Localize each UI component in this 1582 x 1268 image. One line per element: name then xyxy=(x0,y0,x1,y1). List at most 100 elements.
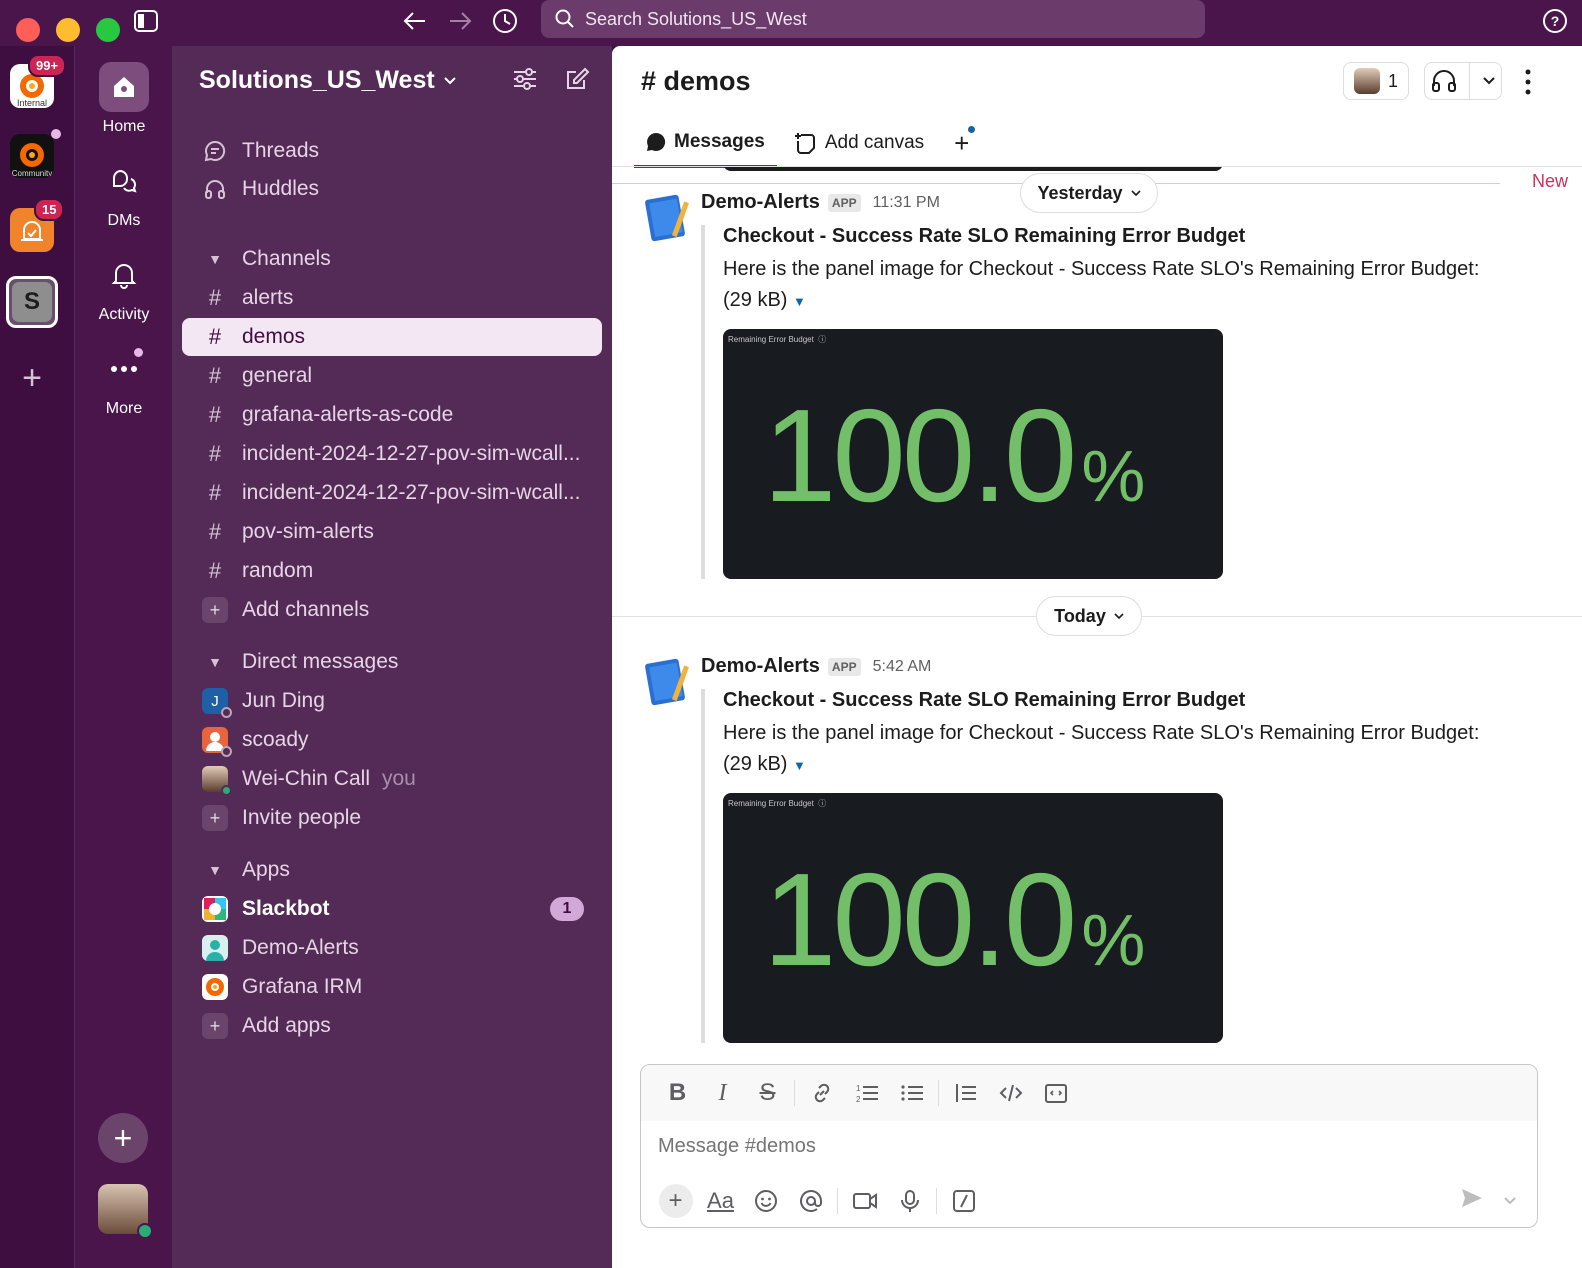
tab-messages[interactable]: Messages xyxy=(634,118,777,168)
dm-wei-chin-call[interactable]: Wei-Chin Call you xyxy=(182,760,602,798)
sidebar-channel-incident-2[interactable]: # incident-2024-12-27-pov-sim-wcall... xyxy=(182,474,602,512)
sidebar-channel-random[interactable]: # random xyxy=(182,552,602,590)
file-size-toggle[interactable]: (29 kB) ▼ xyxy=(723,749,1561,781)
tab-add-canvas[interactable]: Add canvas xyxy=(783,118,936,168)
nav-home[interactable]: Home xyxy=(75,62,173,136)
invite-people-button[interactable]: + Invite people xyxy=(182,799,602,837)
zoom-window-button[interactable] xyxy=(96,18,120,42)
send-icon[interactable] xyxy=(1459,1185,1485,1216)
sidebar-toggle-icon[interactable] xyxy=(131,6,161,36)
help-icon[interactable]: ? xyxy=(1540,6,1570,36)
avatar: J xyxy=(202,688,232,718)
grafana-logo-icon xyxy=(202,974,228,1000)
app-slackbot[interactable]: Slackbot 1 xyxy=(182,890,602,928)
add-tab-button[interactable]: + xyxy=(942,118,981,168)
message-bubble-icon xyxy=(647,132,666,151)
schedule-send-chevron-icon[interactable] xyxy=(1503,1193,1517,1211)
bold-icon[interactable]: B xyxy=(655,1075,700,1111)
divider xyxy=(794,1080,795,1106)
italic-icon[interactable]: I xyxy=(700,1075,745,1111)
sidebar-item-huddles[interactable]: Huddles xyxy=(182,170,602,208)
svg-text:2: 2 xyxy=(856,1095,861,1104)
dm-jun-ding[interactable]: J Jun Ding xyxy=(182,682,602,720)
emoji-icon[interactable] xyxy=(743,1183,788,1219)
ordered-list-icon[interactable]: 12 xyxy=(844,1075,889,1111)
file-size-toggle[interactable]: (29 kB) ▼ xyxy=(723,285,1561,317)
link-icon[interactable] xyxy=(799,1075,844,1111)
app-demo-alerts[interactable]: Demo-Alerts xyxy=(182,929,602,967)
forward-arrow-icon[interactable] xyxy=(445,6,475,36)
dm-scoady[interactable]: scoady xyxy=(182,721,602,759)
app-tag: APP xyxy=(827,657,861,676)
sidebar-channel-grafana-alerts-as-code[interactable]: # grafana-alerts-as-code xyxy=(182,396,602,434)
sidebar-channel-general[interactable]: # general xyxy=(182,357,602,395)
headphones-icon xyxy=(1431,70,1456,92)
attachment-title: Checkout - Success Rate SLO Remaining Er… xyxy=(723,225,1246,247)
message-list[interactable]: New Yesterday Demo-Alerts APP 11:31 PM C… xyxy=(612,167,1582,1062)
message-header: Demo-Alerts APP 5:42 AM xyxy=(701,655,931,678)
dm-label: scoady xyxy=(242,728,309,751)
panel-unit: % xyxy=(1081,437,1146,517)
mention-icon[interactable] xyxy=(788,1183,833,1219)
sidebar-channel-incident-1[interactable]: # incident-2024-12-27-pov-sim-wcall... xyxy=(182,435,602,473)
bulleted-list-icon[interactable] xyxy=(889,1075,934,1111)
video-icon[interactable] xyxy=(842,1183,887,1219)
sender-name[interactable]: Demo-Alerts xyxy=(701,191,820,214)
compose-icon[interactable] xyxy=(564,66,590,97)
dm-label: Wei-Chin Call xyxy=(242,767,370,790)
channels-section-toggle[interactable]: ▼ Channels xyxy=(182,240,602,278)
dms-section-toggle[interactable]: ▼ Direct messages xyxy=(182,643,602,681)
channel-menu-kebab-icon[interactable] xyxy=(1522,68,1534,101)
strikethrough-icon[interactable]: S xyxy=(745,1075,790,1111)
back-arrow-icon[interactable] xyxy=(400,6,430,36)
apps-section-toggle[interactable]: ▼ Apps xyxy=(182,851,602,889)
search-bar[interactable]: Search Solutions_US_West xyxy=(541,0,1205,38)
history-clock-icon[interactable] xyxy=(490,6,520,36)
user-avatar[interactable] xyxy=(98,1184,153,1239)
app-grafana-irm[interactable]: Grafana IRM xyxy=(182,968,602,1006)
microphone-icon[interactable] xyxy=(887,1183,932,1219)
chevron-down-icon xyxy=(443,76,456,84)
file-size: (29 kB) xyxy=(723,289,788,311)
divider xyxy=(938,1080,939,1106)
code-icon[interactable] xyxy=(988,1075,1033,1111)
workspace-community[interactable]: Community xyxy=(10,134,54,178)
add-channels-button[interactable]: + Add channels xyxy=(182,591,602,629)
nav-activity[interactable]: Activity xyxy=(75,250,173,324)
plus-icon: + xyxy=(202,597,228,623)
close-window-button[interactable] xyxy=(16,18,40,42)
blockquote-icon[interactable] xyxy=(943,1075,988,1111)
day-divider-today[interactable]: Today xyxy=(1036,596,1142,636)
huddle-button[interactable] xyxy=(1424,62,1502,100)
timestamp[interactable]: 11:31 PM xyxy=(873,194,940,212)
slash-command-icon[interactable] xyxy=(941,1183,986,1219)
day-divider-yesterday[interactable]: Yesterday xyxy=(1020,173,1158,213)
timestamp[interactable]: 5:42 AM xyxy=(873,658,932,676)
channel-tabs: Messages Add canvas + xyxy=(634,118,981,168)
demo-alerts-icon xyxy=(202,935,228,961)
workspace-name-menu[interactable]: Solutions_US_West xyxy=(199,66,457,95)
hash-icon: # xyxy=(208,285,222,310)
sender-name[interactable]: Demo-Alerts xyxy=(701,655,820,678)
minimize-window-button[interactable] xyxy=(56,18,80,42)
filter-sliders-icon[interactable] xyxy=(512,66,538,97)
code-block-icon[interactable] xyxy=(1033,1075,1078,1111)
formatting-toggle-icon[interactable]: Aa xyxy=(698,1183,743,1219)
message-input[interactable]: Message #demos xyxy=(658,1135,816,1158)
create-new-button[interactable]: + xyxy=(98,1113,148,1163)
nav-more[interactable]: More xyxy=(75,344,173,418)
sidebar-channel-alerts[interactable]: # alerts xyxy=(182,279,602,317)
add-workspace-button[interactable]: + xyxy=(10,356,54,400)
panel-image[interactable]: Remaining Error Budget ⓘ 100.0% xyxy=(723,329,1223,579)
add-apps-button[interactable]: + Add apps xyxy=(182,1007,602,1045)
sidebar-item-threads[interactable]: Threads xyxy=(182,132,602,170)
attach-button[interactable]: + xyxy=(653,1183,698,1219)
channel-label: grafana-alerts-as-code xyxy=(242,403,454,426)
sidebar-channel-pov-sim-alerts[interactable]: # pov-sim-alerts xyxy=(182,513,602,551)
members-button[interactable]: 1 xyxy=(1343,62,1409,100)
workspace-solutions-us-west[interactable]: S xyxy=(6,276,58,328)
panel-image[interactable]: Remaining Error Budget ⓘ 100.0% xyxy=(723,793,1223,1043)
nav-dms[interactable]: DMs xyxy=(75,156,173,230)
sidebar-channel-demos[interactable]: # demos xyxy=(182,318,602,356)
channel-title[interactable]: # demos xyxy=(641,66,751,97)
